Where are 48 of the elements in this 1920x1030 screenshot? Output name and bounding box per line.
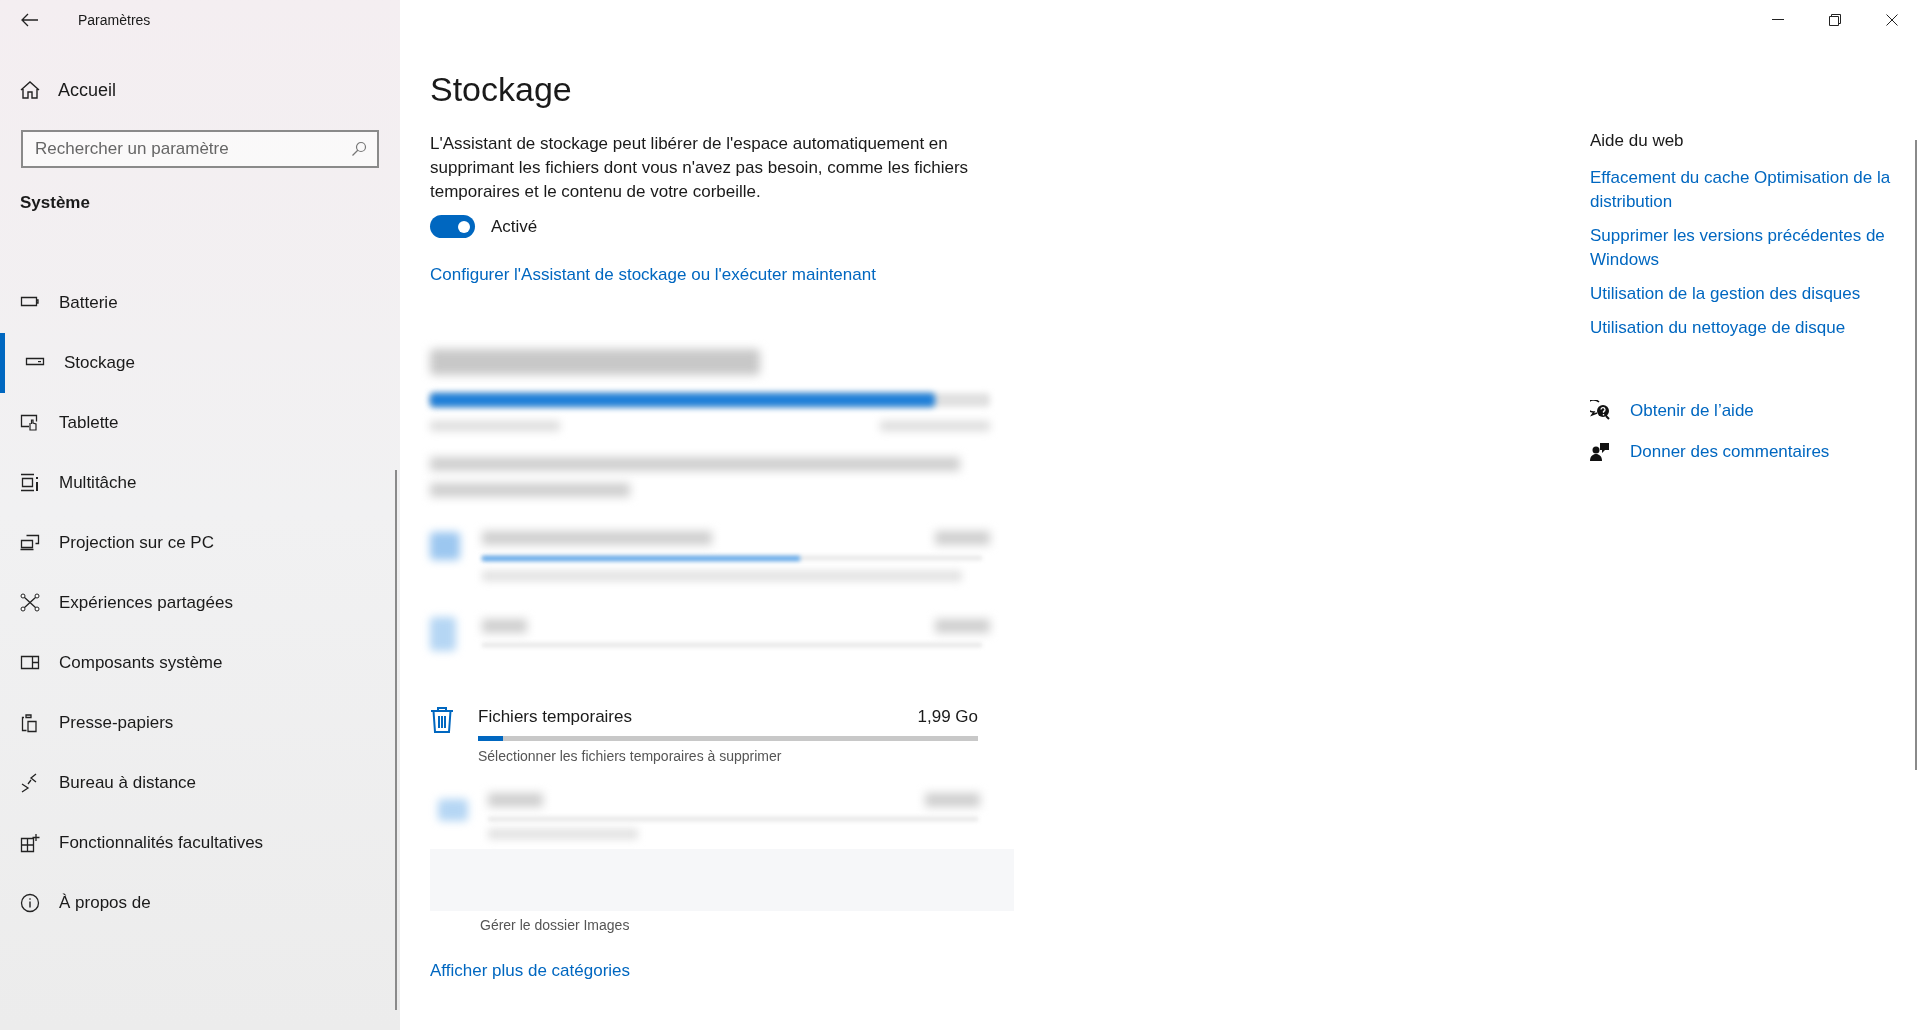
sidebar-item[interactable]: Multitâche bbox=[0, 452, 400, 513]
multitask-icon bbox=[20, 472, 40, 493]
help-heading: Aide du web bbox=[1590, 130, 1685, 152]
search-field[interactable]: Rechercher un paramètre bbox=[21, 130, 379, 168]
projection-icon bbox=[20, 532, 40, 553]
help-link[interactable]: Donner des commentaires bbox=[1630, 439, 1830, 465]
help-link[interactable]: Utilisation du nettoyage de disque bbox=[1590, 315, 1846, 340]
sidebar-item[interactable]: Stockage bbox=[0, 332, 400, 393]
feedback-icon bbox=[1590, 441, 1610, 462]
info-icon bbox=[20, 892, 40, 913]
sidebar-item[interactable]: Tablette bbox=[0, 392, 400, 453]
clipboard-icon bbox=[20, 712, 40, 733]
sidebar-item[interactable]: Batterie bbox=[0, 272, 400, 333]
tablet-icon bbox=[20, 412, 40, 433]
more-categories-link[interactable]: Afficher plus de catégories bbox=[430, 957, 631, 983]
description: L'Assistant de stockage peut libérer de l'espace automatiquement en supprimant les fichiers dont vous n'avez pas besoin, comme les fichiers temporaires et le contenu de votre corbeille. bbox=[430, 133, 970, 203]
help-link[interactable]: Effacement du cache Optimisation de la distribution bbox=[1590, 165, 1900, 214]
share-icon bbox=[20, 592, 40, 613]
sidebar-item[interactable]: Projection sur ce PC bbox=[0, 512, 400, 573]
help-link[interactable]: Utilisation de la gestion des disques bbox=[1590, 281, 1861, 306]
home-link[interactable]: Accueil bbox=[20, 70, 125, 110]
chat-question-icon bbox=[1590, 400, 1610, 421]
restore-icon bbox=[1828, 14, 1841, 26]
configure-link[interactable]: Configurer l'Assistant de stockage ou l'exécuter maintenant bbox=[430, 261, 876, 287]
category-subtitle: Sélectionner les fichiers temporaires à supprimer bbox=[478, 746, 782, 766]
page-title: Stockage bbox=[430, 69, 573, 110]
section-heading: Système bbox=[20, 192, 91, 214]
help-link[interactable]: Supprimer les versions précédentes de Windows bbox=[1590, 223, 1900, 272]
sidebar-item[interactable]: Presse-papiers bbox=[0, 692, 400, 753]
trash-icon bbox=[430, 706, 454, 734]
sidebar-item[interactable]: Expériences partagées bbox=[0, 572, 400, 633]
window-title: Paramètres bbox=[78, 10, 151, 30]
help-link[interactable]: Obtenir de l’aide bbox=[1630, 397, 1754, 423]
search-icon bbox=[351, 141, 367, 157]
sidebar-item[interactable]: Bureau à distance bbox=[0, 752, 400, 813]
home-icon bbox=[20, 81, 40, 99]
minimize-icon bbox=[1771, 19, 1784, 21]
category-size: 1,99 Go bbox=[917, 706, 978, 728]
sidebar-item[interactable]: Fonctionnalités facultatives bbox=[0, 812, 400, 873]
toggle-label: Activé bbox=[491, 216, 538, 238]
grid-plus-icon bbox=[20, 832, 40, 853]
sidebar-item[interactable]: À propos de bbox=[0, 872, 400, 933]
category-subtitle: Gérer le dossier Images bbox=[480, 915, 630, 935]
toggle-switch[interactable] bbox=[430, 215, 475, 239]
sidebar-item[interactable]: Composants système bbox=[0, 632, 400, 693]
category-title: Fichiers temporaires bbox=[478, 706, 632, 728]
close-icon bbox=[1885, 14, 1898, 26]
back-arrow-icon bbox=[21, 13, 39, 27]
